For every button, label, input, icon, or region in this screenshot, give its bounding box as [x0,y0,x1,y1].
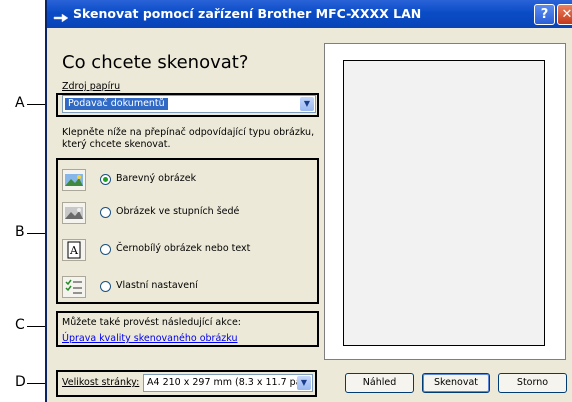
help-button[interactable]: ? [534,4,555,25]
callout-box-b [56,158,319,304]
scan-button[interactable]: Skenovat [422,373,490,393]
preview-button[interactable]: Náhled [345,373,414,393]
instruction-line-1: Klepněte níže na přepínač odpovídající t… [62,127,315,138]
callout-box-c [56,311,319,347]
callout-a: A [15,95,25,111]
callout-box-a [56,93,319,117]
callout-b: B [15,224,25,240]
scanner-icon [53,7,69,23]
callout-c: C [15,317,25,333]
window-title: Skenovat pomocí zařízení Brother MFC-XXX… [73,6,422,21]
paper-source-label: Zdroj papíru [62,81,121,92]
callout-d: D [15,374,26,390]
title-bar: Skenovat pomocí zařízení Brother MFC-XXX… [47,0,572,28]
page-title: Co chcete skenovat? [62,52,249,73]
close-button[interactable]: ✕ [557,4,572,25]
instruction-line-2: který chcete skenovat. [62,139,171,150]
preview-sheet [343,60,545,346]
cancel-button[interactable]: Storno [498,373,567,393]
callout-box-d [56,370,317,397]
